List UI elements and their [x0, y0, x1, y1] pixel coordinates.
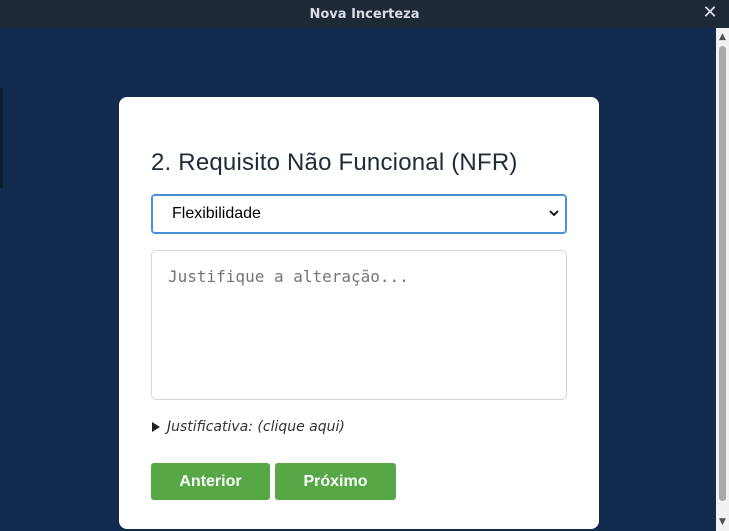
justification-textarea[interactable]: Justifique a alteração...	[151, 250, 567, 400]
dialog-content: 2. Requisito Não Funcional (NFR) Flexibi…	[0, 28, 716, 531]
step-title: 2. Requisito Não Funcional (NFR)	[151, 149, 518, 176]
next-button[interactable]: Próximo	[275, 463, 396, 500]
window-title: Nova Incerteza	[309, 6, 420, 22]
scroll-down-icon[interactable]: ▼	[716, 515, 729, 529]
previous-button[interactable]: Anterior	[151, 463, 270, 500]
background-edge	[0, 88, 3, 188]
form-card: 2. Requisito Não Funcional (NFR) Flexibi…	[119, 97, 599, 529]
scrollbar-thumb[interactable]	[719, 46, 726, 501]
textarea-placeholder: Justifique a alteração...	[168, 267, 409, 286]
close-icon: ✕	[702, 2, 718, 23]
chevron-down-icon	[549, 210, 559, 217]
nfr-select-value: Flexibilidade	[172, 205, 261, 222]
close-button[interactable]: ✕	[701, 4, 719, 22]
details-summary-label: Justificativa: (clique aqui)	[167, 419, 345, 435]
vertical-scrollbar[interactable]: ▲ ▼	[716, 28, 729, 531]
justification-details-toggle[interactable]: Justificativa: (clique aqui)	[151, 419, 345, 435]
window-titlebar: Nova Incerteza ✕	[0, 0, 729, 28]
nfr-select[interactable]: Flexibilidade	[151, 194, 567, 234]
scroll-up-icon[interactable]: ▲	[716, 30, 729, 44]
triangle-right-icon	[152, 422, 160, 432]
